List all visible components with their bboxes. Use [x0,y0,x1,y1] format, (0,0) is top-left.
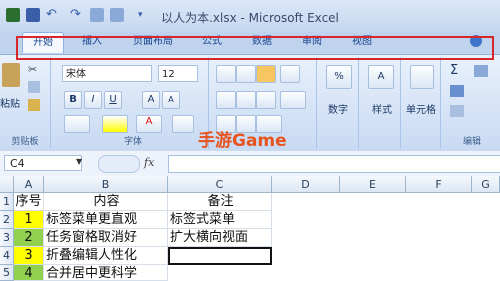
title-bar: ↶ ↷ ▾ 以人为本.xlsx - Microsoft Excel [0,0,500,32]
cell-b5[interactable]: 合并居中更科学 [44,265,168,281]
formula-input[interactable] [168,155,500,173]
cell-a1[interactable]: 序号 [14,193,44,211]
row-header[interactable]: 5 [0,265,14,281]
cell-c1[interactable]: 备注 [168,193,272,211]
formula-controls [98,155,140,173]
align-bottom-button[interactable] [256,65,276,83]
watermark-text: 手游Game [198,131,287,151]
worksheet-grid: A B C D E F G 1 序号 内容 备注 2 1 标签菜单更直观 标签式… [0,176,500,281]
column-header-c[interactable]: C [168,176,272,193]
row-header[interactable]: 2 [0,211,14,229]
column-header-d[interactable]: D [272,176,340,193]
cells-icon[interactable] [410,65,434,89]
align-top-button[interactable] [216,65,236,83]
name-box[interactable]: C4 [4,155,82,171]
styles-group-label[interactable]: 样式 [372,101,392,116]
cells-group: 单元格 [404,57,441,149]
formula-bar: C4 ▼ fx [0,151,500,177]
font-group: 宋体 12 B I U A A A 字体 [58,57,209,149]
phonetic-button[interactable] [172,115,194,133]
row-header[interactable]: 1 [0,193,14,211]
name-box-dropdown-icon[interactable]: ▼ [76,157,82,166]
select-all-corner[interactable] [0,176,14,193]
insert-function-button[interactable]: fx [144,155,164,171]
bold-button[interactable]: B [64,91,82,109]
clear-icon[interactable] [450,105,464,117]
cell-a2[interactable]: 1 [14,211,44,229]
font-name-combo[interactable]: 宋体 [62,65,152,82]
cell-a3[interactable]: 2 [14,229,44,247]
merge-center-button[interactable] [280,91,306,109]
number-group: % 数字 [320,57,359,149]
styles-group: A 样式 [362,57,401,149]
column-header-a[interactable]: A [14,176,44,193]
borders-button[interactable] [64,115,90,133]
editing-group-label: 编辑 [462,137,481,147]
clipboard-group-label: 剪贴板 [11,137,39,147]
number-group-label[interactable]: 数字 [328,101,348,116]
cell-b1[interactable]: 内容 [44,193,168,211]
cells-group-label[interactable]: 单元格 [406,101,436,116]
wrap-text-button[interactable] [280,65,300,83]
sort-filter-icon[interactable] [474,65,488,77]
italic-button[interactable]: I [84,91,102,109]
shrink-font-button[interactable]: A [162,91,180,109]
row-header[interactable]: 3 [0,229,14,247]
font-size-combo[interactable]: 12 [158,65,198,82]
format-painter-icon[interactable] [28,99,40,111]
align-middle-button[interactable] [236,65,256,83]
cell-a5[interactable]: 4 [14,265,44,281]
font-color-button[interactable]: A [136,115,162,133]
annotation-rectangle [16,36,494,60]
align-left-button[interactable] [216,91,236,109]
column-header-g[interactable]: G [472,176,500,193]
editing-group: Σ 编辑 [444,57,500,149]
styles-icon[interactable]: A [368,65,394,89]
cell-b4[interactable]: 折叠编辑人性化 [44,247,168,265]
align-right-button[interactable] [256,91,276,109]
cell-c4-selected[interactable] [168,247,272,265]
column-header-b[interactable]: B [44,176,168,193]
cell-b3[interactable]: 任务窗格取消好 [44,229,168,247]
autosum-button[interactable]: Σ [450,63,458,78]
cell-c2[interactable]: 标签式菜单 [168,211,272,229]
paste-button-label[interactable]: 粘贴 [0,95,20,110]
cut-icon[interactable]: ✂ [28,63,37,76]
fill-icon[interactable] [450,85,464,97]
font-group-label: 字体 [123,137,142,147]
grow-font-button[interactable]: A [142,91,160,109]
row-header[interactable]: 4 [0,247,14,265]
underline-button[interactable]: U [104,91,122,109]
fill-color-button[interactable] [102,115,128,133]
copy-icon[interactable] [28,81,40,93]
window-title: 以人为本.xlsx - Microsoft Excel [161,11,339,25]
column-header-f[interactable]: F [406,176,472,193]
clipboard-group: 粘贴 ✂ 剪贴板 [0,57,51,149]
number-format-button[interactable]: % [326,65,352,89]
column-header-e[interactable]: E [340,176,406,193]
paste-icon[interactable] [2,63,20,87]
cell-b2[interactable]: 标签菜单更直观 [44,211,168,229]
cell-c3[interactable]: 扩大横向视面 [168,229,272,247]
cell-a4[interactable]: 3 [14,247,44,265]
center-button[interactable] [236,91,256,109]
